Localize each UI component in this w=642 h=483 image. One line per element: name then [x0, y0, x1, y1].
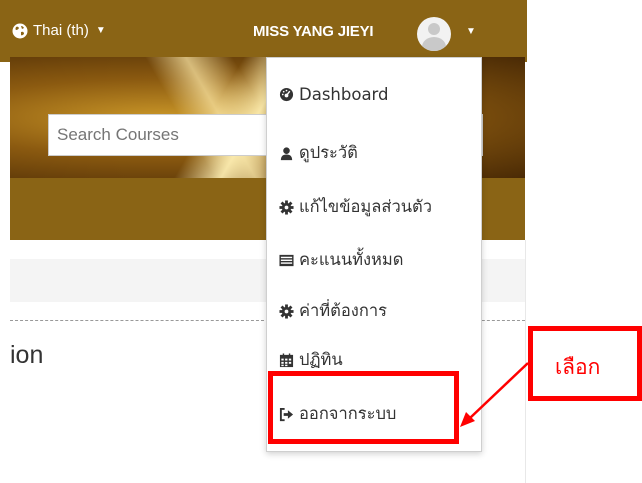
callout-text: เลือก: [555, 355, 601, 379]
user-icon: [280, 146, 293, 160]
menu-item-calendar[interactable]: ปฏิทิน: [279, 347, 343, 373]
menu-item-label: คะแนนทั้งหมด: [299, 250, 404, 269]
content-border: [525, 240, 526, 483]
annotation-callout: เลือก: [528, 326, 642, 401]
user-menu-chevron-down-icon[interactable]: ▼: [466, 26, 476, 37]
user-name[interactable]: MISS YANG JIEYI: [253, 23, 374, 40]
cog-icon: [279, 199, 294, 215]
avatar[interactable]: [417, 17, 451, 51]
cog-icon: [279, 303, 294, 319]
menu-item-label: ดูประวัติ: [299, 143, 358, 162]
section-heading: ion: [10, 341, 44, 369]
menu-item-edit-profile[interactable]: แก้ไขข้อมูลส่วนตัว: [279, 194, 432, 220]
menu-item-label: Dashboard: [299, 85, 389, 104]
search-courses-input[interactable]: [48, 114, 298, 156]
menu-item-grades[interactable]: คะแนนทั้งหมด: [279, 247, 404, 273]
menu-item-preferences[interactable]: ค่าที่ต้องการ: [279, 298, 387, 324]
language-label: Thai (th): [33, 22, 89, 39]
menu-item-profile[interactable]: ดูประวัติ: [279, 140, 358, 166]
chevron-down-icon: ▼: [95, 25, 106, 36]
globe-icon: [12, 23, 28, 38]
calendar-icon: [279, 352, 294, 367]
menu-item-dashboard[interactable]: Dashboard: [279, 85, 389, 104]
grades-table-icon: [279, 254, 294, 266]
logout-highlight-box: [268, 371, 459, 444]
navbar: Thai (th) ▼ MISS YANG JIEYI ▼: [0, 0, 527, 62]
dashboard-icon: [279, 87, 294, 102]
language-menu[interactable]: Thai (th) ▼: [12, 22, 106, 39]
menu-item-label: ปฏิทิน: [299, 350, 343, 369]
menu-item-label: แก้ไขข้อมูลส่วนตัว: [299, 197, 432, 216]
menu-item-label: ค่าที่ต้องการ: [299, 301, 387, 320]
